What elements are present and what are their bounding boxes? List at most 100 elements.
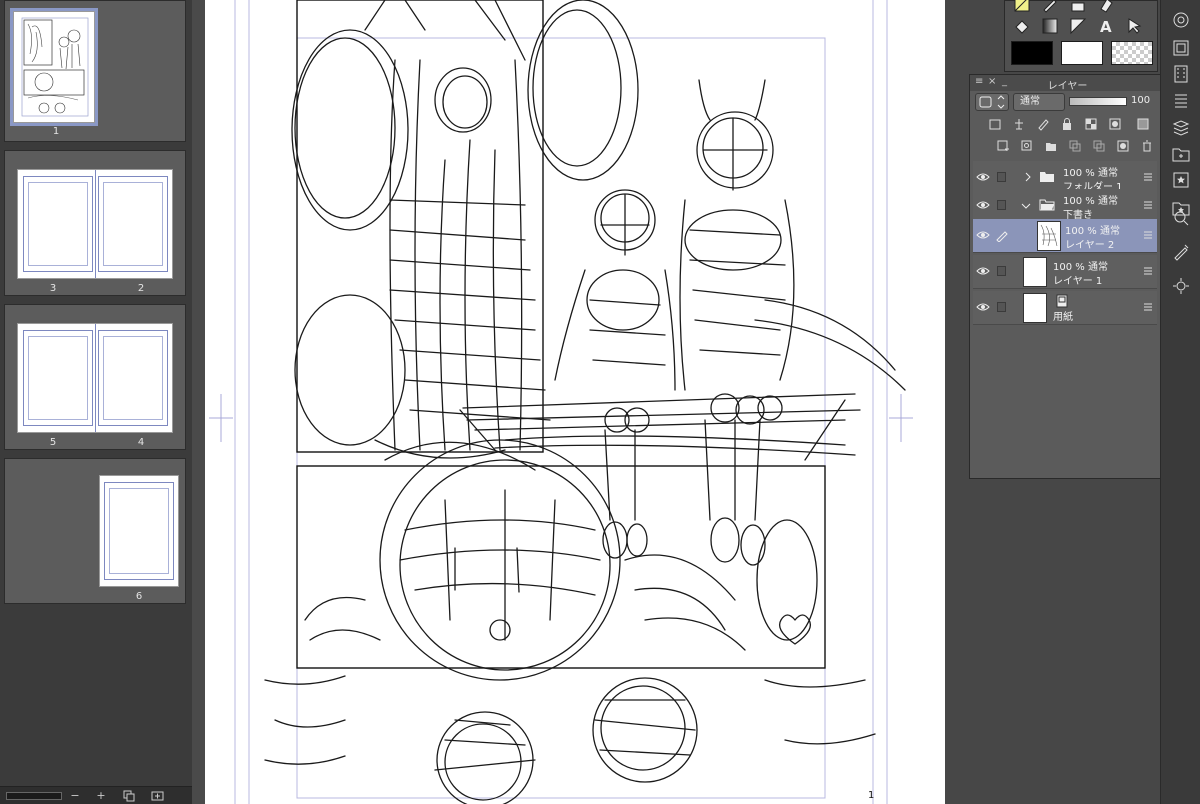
page-thumb-6[interactable]: 6 xyxy=(4,458,186,604)
page-thumbnail[interactable] xyxy=(99,475,179,587)
layer-name: レイヤー 1 xyxy=(1053,276,1103,287)
favorite-material-icon[interactable] xyxy=(1171,170,1191,190)
layer-row[interactable]: 用紙 xyxy=(973,291,1157,325)
opacity-slider[interactable] xyxy=(1069,97,1127,106)
main-color-swatch[interactable] xyxy=(1011,41,1053,65)
transfer-down-icon[interactable] xyxy=(1068,139,1082,153)
duplicate-page-icon[interactable] xyxy=(122,790,136,802)
new-raster-layer-icon[interactable] xyxy=(996,139,1010,153)
visibility-eye-icon[interactable] xyxy=(976,228,990,242)
spread-thumbnail[interactable] xyxy=(17,169,173,279)
canvas-page-number: 1 xyxy=(868,790,874,801)
draft-layer-icon[interactable] xyxy=(1036,117,1050,131)
clip-layer-icon[interactable] xyxy=(988,117,1002,131)
page-settings-icon[interactable] xyxy=(150,790,166,802)
thumbnail-zoom-slider[interactable] xyxy=(6,792,62,800)
visibility-eye-icon[interactable] xyxy=(976,170,990,184)
color-palette-panel: A xyxy=(1004,0,1158,72)
lock-transparency-icon[interactable] xyxy=(1084,117,1098,131)
right-icon-strip xyxy=(1160,0,1200,804)
delete-layer-icon[interactable] xyxy=(1140,139,1154,153)
layer-color-icon xyxy=(979,95,1005,109)
zoom-out-button[interactable]: − xyxy=(68,790,82,802)
layer-select-checkbox[interactable] xyxy=(997,200,1006,210)
layer-property-icon[interactable] xyxy=(1171,118,1191,138)
rough-sketch xyxy=(264,0,906,804)
page-number-label: 3 xyxy=(49,283,57,294)
layer-panel-title: レイヤー xyxy=(1047,81,1088,92)
layer-row[interactable]: 100 % 通常 レイヤー 1 xyxy=(973,255,1157,289)
sub-view-icon[interactable] xyxy=(1171,38,1191,58)
svg-text:A: A xyxy=(1100,18,1112,35)
sketch-thumbnail xyxy=(1040,224,1058,247)
history-icon[interactable] xyxy=(1171,90,1191,110)
manuscript-canvas[interactable]: 1 xyxy=(205,0,945,804)
navigator-toolbar: − + xyxy=(0,786,192,804)
gradient-icon[interactable] xyxy=(1041,17,1059,35)
visibility-eye-icon[interactable] xyxy=(976,198,990,212)
layer-menu-icon[interactable] xyxy=(1143,302,1153,312)
layer-menu-icon[interactable] xyxy=(1143,172,1153,182)
text-tool-icon[interactable]: A xyxy=(1097,17,1115,35)
transparent-color-swatch[interactable] xyxy=(1111,41,1153,65)
create-mask-icon[interactable] xyxy=(1116,139,1130,153)
sketch-thumbnail xyxy=(21,17,89,117)
brush-size-icon[interactable] xyxy=(1171,242,1191,262)
blend-mode-select[interactable]: 通常 xyxy=(1013,93,1065,111)
opacity-value[interactable]: 100 xyxy=(1131,95,1150,106)
layer-opacity-mode: 100 % 通常 xyxy=(1063,196,1118,207)
pencil-icon[interactable] xyxy=(1041,0,1059,13)
material-folder-icon[interactable] xyxy=(1171,144,1191,164)
layer-row-selected[interactable]: 100 % 通常 レイヤー 2 xyxy=(973,219,1157,253)
visibility-eye-icon[interactable] xyxy=(976,264,990,278)
layer-thumbnail xyxy=(1037,221,1061,251)
layer-tool-row-1 xyxy=(976,117,1162,135)
drawing-canvas[interactable]: 1 xyxy=(205,0,945,804)
page-thumb-3-2[interactable]: 3 2 xyxy=(4,150,186,296)
page-number-label: 1 xyxy=(52,126,60,137)
highlight-color-icon[interactable] xyxy=(1013,0,1031,13)
filmstrip-icon[interactable] xyxy=(1171,64,1191,84)
chevron-down-icon[interactable] xyxy=(1021,201,1031,211)
layer-row[interactable]: 100 % 通常 下書き xyxy=(973,189,1157,223)
layer-name: 用紙 xyxy=(1053,312,1073,323)
layer-thumbnail xyxy=(1023,257,1047,287)
eraser-icon[interactable] xyxy=(1097,0,1115,13)
layer-property-row: 通常 100 xyxy=(973,93,1163,113)
layer-menu-icon[interactable] xyxy=(1143,266,1153,276)
search-icon[interactable] xyxy=(1171,208,1191,228)
tool-settings-icon[interactable] xyxy=(1171,276,1191,296)
folder-open-icon xyxy=(1039,199,1055,211)
fill-bucket-icon[interactable] xyxy=(1013,17,1031,35)
page-thumb-5-4[interactable]: 5 4 xyxy=(4,304,186,450)
layer-select-checkbox[interactable] xyxy=(997,266,1006,276)
brush-icon[interactable] xyxy=(1069,0,1087,13)
layer-color-select[interactable] xyxy=(975,93,1009,111)
page-thumb-1[interactable]: 1 xyxy=(4,0,186,142)
merge-down-icon[interactable] xyxy=(1092,139,1106,153)
reference-layer-icon[interactable] xyxy=(1012,117,1026,131)
figure-tool-icon[interactable] xyxy=(1069,17,1087,35)
lock-layer-icon[interactable] xyxy=(1060,117,1074,131)
layer-menu-icon[interactable] xyxy=(1143,200,1153,210)
layer-select-checkbox[interactable] xyxy=(997,302,1006,312)
visibility-eye-icon[interactable] xyxy=(976,300,990,314)
layer-menu-icon[interactable] xyxy=(1143,230,1153,240)
chevron-right-icon[interactable] xyxy=(1023,172,1033,182)
mask-icon[interactable] xyxy=(1108,117,1122,131)
page-thumbnail[interactable] xyxy=(13,11,95,123)
new-folder-icon[interactable] xyxy=(1044,139,1058,153)
zoom-in-button[interactable]: + xyxy=(94,790,108,802)
edit-target-pen-icon[interactable] xyxy=(995,228,1009,242)
spread-thumbnail[interactable] xyxy=(17,323,173,433)
navigator-icon[interactable] xyxy=(1171,10,1191,30)
new-vector-layer-icon[interactable] xyxy=(1020,139,1034,153)
mask-link-icon[interactable] xyxy=(1136,117,1150,131)
sub-color-swatch[interactable] xyxy=(1061,41,1103,65)
manuscript-guides xyxy=(234,0,888,804)
object-select-icon[interactable] xyxy=(1125,17,1143,35)
paper-layer-icon xyxy=(1056,294,1068,308)
layer-select-checkbox[interactable] xyxy=(997,172,1006,182)
layer-panel-titlebar[interactable]: ≡ × _ レイヤー xyxy=(970,75,1165,92)
folder-icon xyxy=(1040,172,1054,182)
